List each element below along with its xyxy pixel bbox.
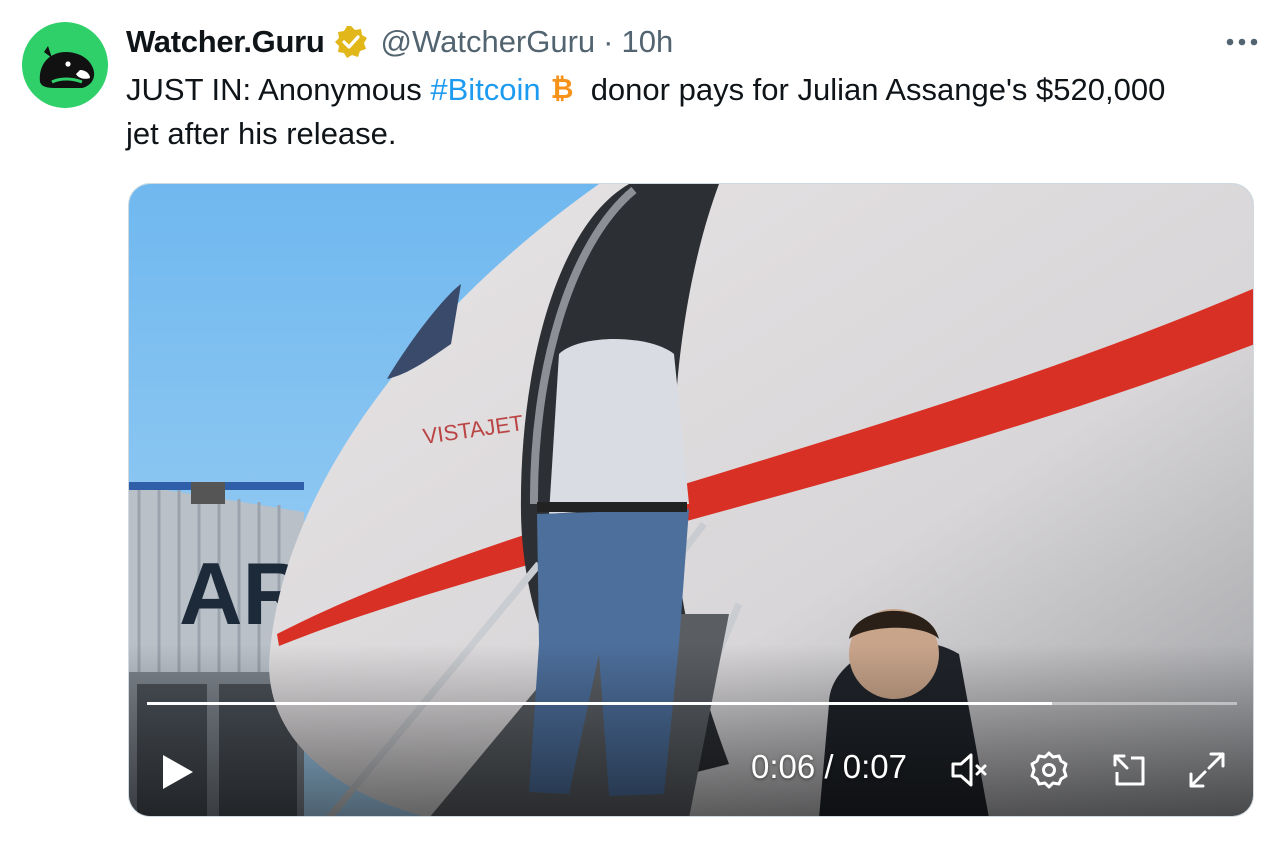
picture-in-picture-icon[interactable]	[1107, 748, 1151, 792]
hashtag-link[interactable]: #Bitcoin	[430, 72, 540, 107]
verified-badge-icon[interactable]	[333, 24, 369, 60]
author-handle[interactable]: @WatcherGuru	[381, 24, 596, 60]
video-progress-fill	[147, 702, 1052, 705]
play-icon[interactable]	[157, 752, 197, 792]
bitcoin-emoji-icon: ₿	[547, 71, 577, 105]
time-current: 0:06	[751, 748, 816, 785]
gear-icon[interactable]	[1027, 748, 1071, 792]
more-horizontal-icon[interactable]	[1222, 30, 1262, 54]
author-display-name[interactable]: Watcher.Guru	[126, 24, 325, 60]
video-timecode: 0:06 / 0:07	[751, 748, 907, 786]
tweet-timestamp[interactable]: 10h	[622, 24, 674, 60]
tweet-text: JUST IN: Anonymous #Bitcoin ₿ donor pays f…	[126, 68, 1206, 156]
time-separator: /	[815, 748, 843, 785]
time-total: 0:07	[842, 748, 907, 785]
video-player[interactable]: AR VISTAJET 0:06 / 0:07	[128, 183, 1254, 817]
tweet-header: Watcher.Guru @WatcherGuru · 10h	[126, 22, 673, 62]
video-frame[interactable]: AR VISTAJET	[129, 184, 1254, 817]
whale-logo-icon	[39, 46, 95, 88]
fullscreen-icon[interactable]	[1185, 748, 1229, 792]
svg-text:₿: ₿	[550, 73, 573, 103]
volume-muted-icon[interactable]	[947, 748, 991, 792]
avatar[interactable]	[22, 22, 108, 108]
tweet-card[interactable]: Watcher.Guru @WatcherGuru · 10h JUST IN:…	[0, 0, 1280, 846]
video-progress-bar[interactable]	[147, 702, 1237, 705]
video-controls: 0:06 / 0:07	[129, 724, 1253, 814]
header-separator: ·	[603, 24, 614, 59]
tweet-text-prefix: JUST IN: Anonymous	[126, 72, 431, 107]
